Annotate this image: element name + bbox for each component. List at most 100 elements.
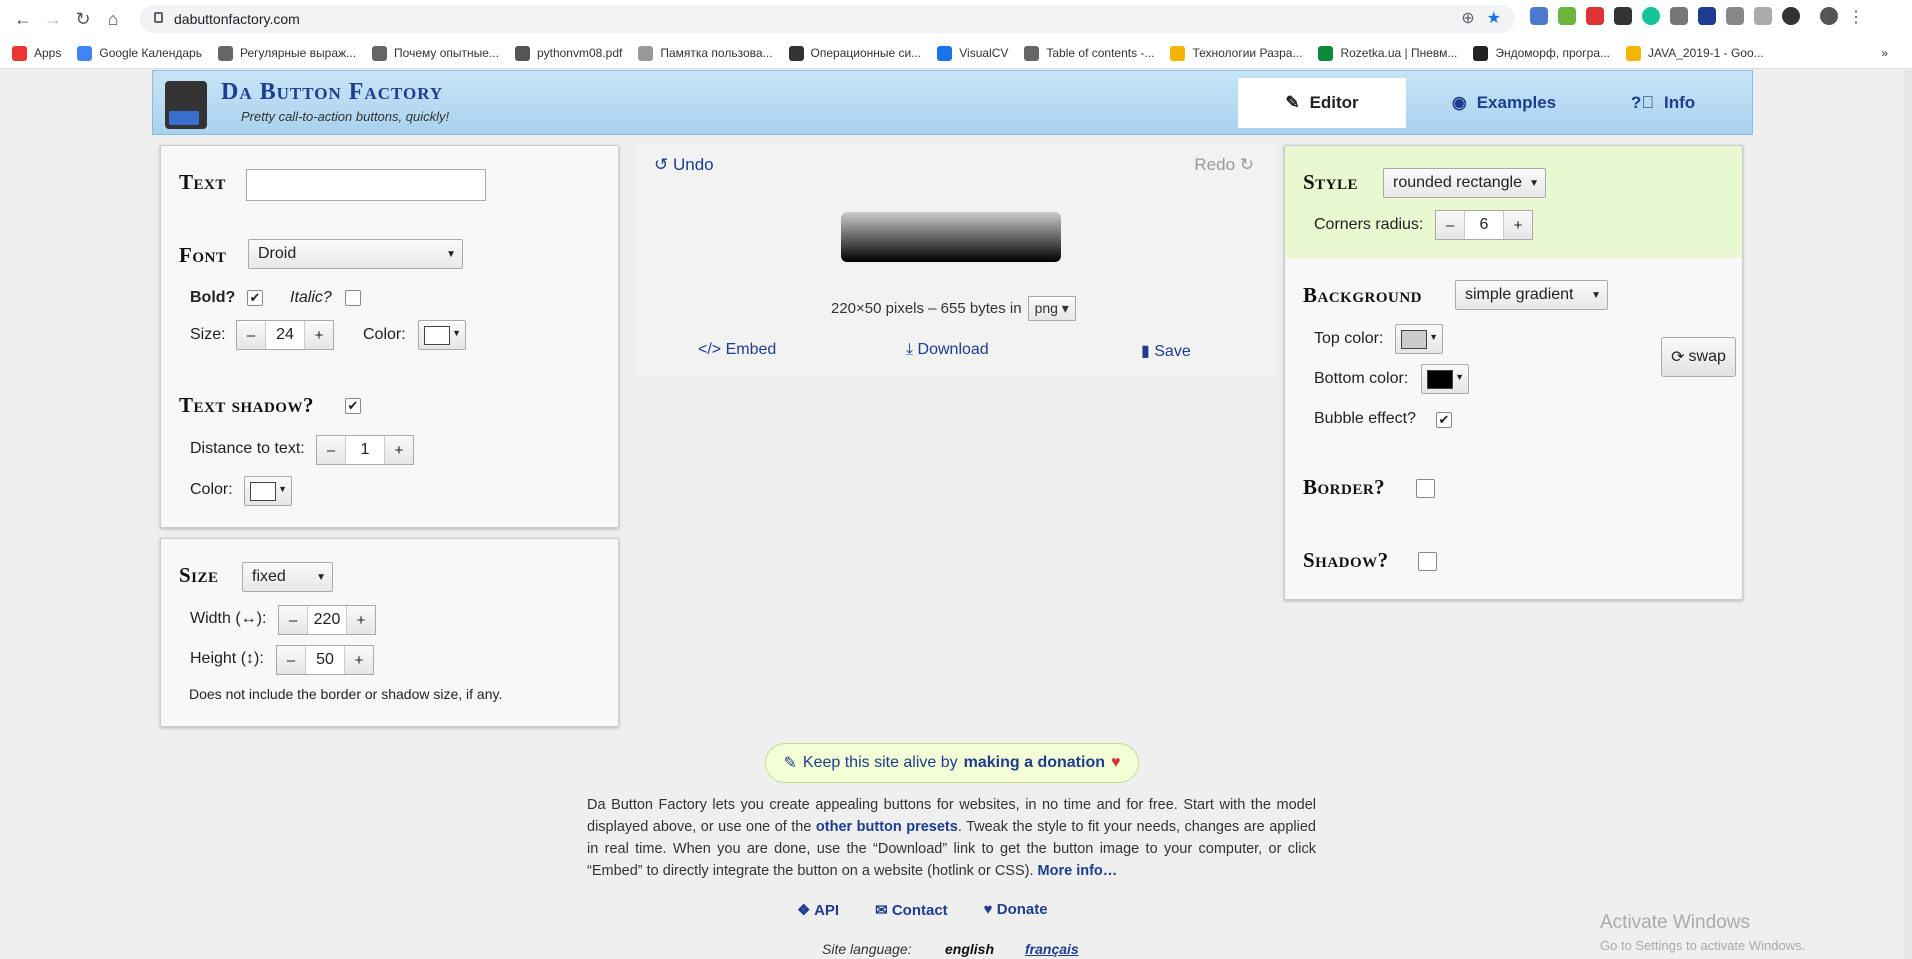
- italic-checkbox[interactable]: [345, 290, 361, 306]
- decrement-button[interactable]: –: [279, 606, 307, 634]
- bookmark-icon: [1170, 45, 1186, 61]
- style-panel: Style rounded rectangle ▼ Corners radius:…: [1284, 145, 1743, 600]
- site-title[interactable]: Da Button Factory: [221, 79, 443, 106]
- bookmark-item[interactable]: Rozetka.ua | Пневм...: [1318, 45, 1457, 61]
- bookmark-item[interactable]: Почему опытные...: [372, 45, 499, 61]
- bookmark-item[interactable]: VisualCV: [937, 45, 1008, 61]
- bookmark-icon: [217, 45, 233, 61]
- shield-ext-icon[interactable]: [1614, 7, 1632, 25]
- chart-ext-icon[interactable]: [1698, 7, 1716, 25]
- bookmark-item[interactable]: Google Календарь: [77, 45, 202, 61]
- shadow-color-picker[interactable]: ▼: [244, 476, 292, 506]
- bookmark-icon: [1626, 45, 1642, 61]
- tab-info[interactable]: ?⃝ Info: [1588, 78, 1738, 128]
- top-color-label: Top color:: [1314, 330, 1384, 347]
- redo-button[interactable]: Redo ↻: [1194, 155, 1254, 175]
- preview-info: 220×50 pixels – 655 bytes in png ▾: [831, 296, 1076, 321]
- language-french[interactable]: français: [1025, 941, 1079, 957]
- text-color-picker[interactable]: ▼: [418, 320, 466, 350]
- address-bar[interactable]: dabuttonfactory.com ⊕ ★: [140, 5, 1515, 33]
- increment-button[interactable]: +: [385, 436, 413, 464]
- decrement-button[interactable]: –: [237, 321, 265, 349]
- api-link[interactable]: ❖ API: [797, 901, 839, 919]
- bubble-checkbox[interactable]: ✔: [1436, 412, 1452, 428]
- bookmark-item[interactable]: Эндоморф, програ...: [1473, 45, 1610, 61]
- bookmark-item[interactable]: Технологии Разра...: [1170, 45, 1302, 61]
- undo-button[interactable]: ↺ Undo: [654, 155, 714, 175]
- eyedropper-icon[interactable]: [1670, 7, 1688, 25]
- bookmark-icon: [77, 45, 93, 61]
- increment-button[interactable]: +: [347, 606, 375, 634]
- color-swatch: [1427, 370, 1453, 389]
- language-english[interactable]: english: [945, 941, 994, 957]
- translate-icon[interactable]: [1530, 7, 1548, 25]
- top-color-picker[interactable]: ▼: [1395, 324, 1443, 354]
- increment-button[interactable]: +: [345, 646, 373, 674]
- bold-checkbox[interactable]: ✔: [247, 290, 263, 306]
- increment-button[interactable]: +: [1504, 211, 1532, 239]
- bookmark-item[interactable]: Памятка пользова...: [638, 45, 773, 61]
- star-icon[interactable]: ★: [1487, 8, 1501, 28]
- decrement-button[interactable]: –: [277, 646, 305, 674]
- presets-link[interactable]: other button presets: [816, 819, 958, 835]
- site-description: Da Button Factory lets you create appeal…: [587, 797, 1316, 879]
- avatar[interactable]: [1820, 7, 1838, 25]
- adblock-icon[interactable]: [1586, 7, 1604, 25]
- save-link[interactable]: ▮ Save: [1141, 341, 1191, 361]
- size-panel: Size fixed ▼ Width (↔): –220 + Height (↕):…: [160, 538, 619, 727]
- tab-examples[interactable]: ◉ Examples: [1420, 78, 1588, 128]
- download-ext-icon[interactable]: [1558, 7, 1576, 25]
- bookmark-icon: [937, 45, 953, 61]
- embed-link[interactable]: </> Embed: [698, 341, 776, 359]
- height-stepper[interactable]: –50 +: [276, 645, 374, 675]
- more-info-link[interactable]: More info…: [1038, 863, 1118, 879]
- decrement-button[interactable]: –: [1436, 211, 1464, 239]
- size-mode-select[interactable]: fixed ▼: [242, 562, 333, 592]
- increment-button[interactable]: +: [305, 321, 333, 349]
- bookmark-item[interactable]: Table of contents -...: [1024, 45, 1154, 61]
- font-select[interactable]: Droid ▼: [248, 239, 463, 269]
- shadow-checkbox[interactable]: [1418, 552, 1437, 571]
- security-ext-icon[interactable]: [1754, 7, 1772, 25]
- back-icon[interactable]: ←: [8, 4, 38, 34]
- menu-icon[interactable]: ⋮: [1848, 7, 1864, 27]
- bookmark-item[interactable]: Регулярные выраж...: [217, 45, 356, 61]
- envelope-icon: ✉: [875, 902, 892, 919]
- contact-link[interactable]: ✉ Contact: [875, 901, 948, 919]
- font-size-stepper[interactable]: –24 +: [236, 320, 334, 350]
- bold-label: Bold?: [190, 289, 236, 306]
- bookmark-item[interactable]: pythonvm08.pdf: [514, 45, 622, 61]
- scrollbar[interactable]: [1904, 70, 1912, 959]
- add-icon[interactable]: ⊕: [1461, 8, 1474, 28]
- c-ext-icon[interactable]: [1726, 7, 1744, 25]
- corners-stepper[interactable]: –6 +: [1435, 210, 1533, 240]
- home-icon[interactable]: ⌂: [98, 4, 128, 34]
- width-stepper[interactable]: –220 +: [278, 605, 376, 635]
- decrement-button[interactable]: –: [317, 436, 345, 464]
- background-select[interactable]: simple gradient ▼: [1455, 280, 1608, 310]
- bookmark-item[interactable]: JAVA_2019-1 - Goo...: [1626, 45, 1764, 61]
- bookmark-item[interactable]: Apps: [12, 45, 61, 61]
- download-link[interactable]: ⤓ Download: [906, 341, 989, 359]
- grammarly-icon[interactable]: [1642, 7, 1660, 25]
- lock-icon: [154, 12, 163, 23]
- reload-icon[interactable]: ↻: [68, 4, 98, 34]
- logo-icon[interactable]: [165, 81, 207, 129]
- bookmark-item[interactable]: Операционные си...: [788, 45, 921, 61]
- github-icon[interactable]: [1782, 7, 1800, 25]
- color-swatch: [424, 326, 450, 345]
- tab-editor[interactable]: ✎ Editor: [1238, 78, 1406, 128]
- more-bookmarks-button[interactable]: »: [1881, 46, 1888, 60]
- donation-link[interactable]: making a donation: [964, 754, 1105, 772]
- bottom-color-picker[interactable]: ▼: [1421, 364, 1469, 394]
- donate-link[interactable]: ♥ Donate: [984, 901, 1048, 919]
- style-select[interactable]: rounded rectangle ▼: [1383, 168, 1546, 198]
- distance-stepper[interactable]: –1 +: [316, 435, 414, 465]
- format-select[interactable]: png ▾: [1027, 296, 1076, 321]
- button-text-input[interactable]: [246, 169, 486, 201]
- button-preview: [841, 212, 1061, 262]
- forward-icon[interactable]: →: [38, 4, 68, 34]
- border-checkbox[interactable]: [1416, 479, 1435, 498]
- text-shadow-checkbox[interactable]: ✔: [345, 398, 361, 414]
- swap-button[interactable]: ⟳ swap: [1661, 337, 1736, 377]
